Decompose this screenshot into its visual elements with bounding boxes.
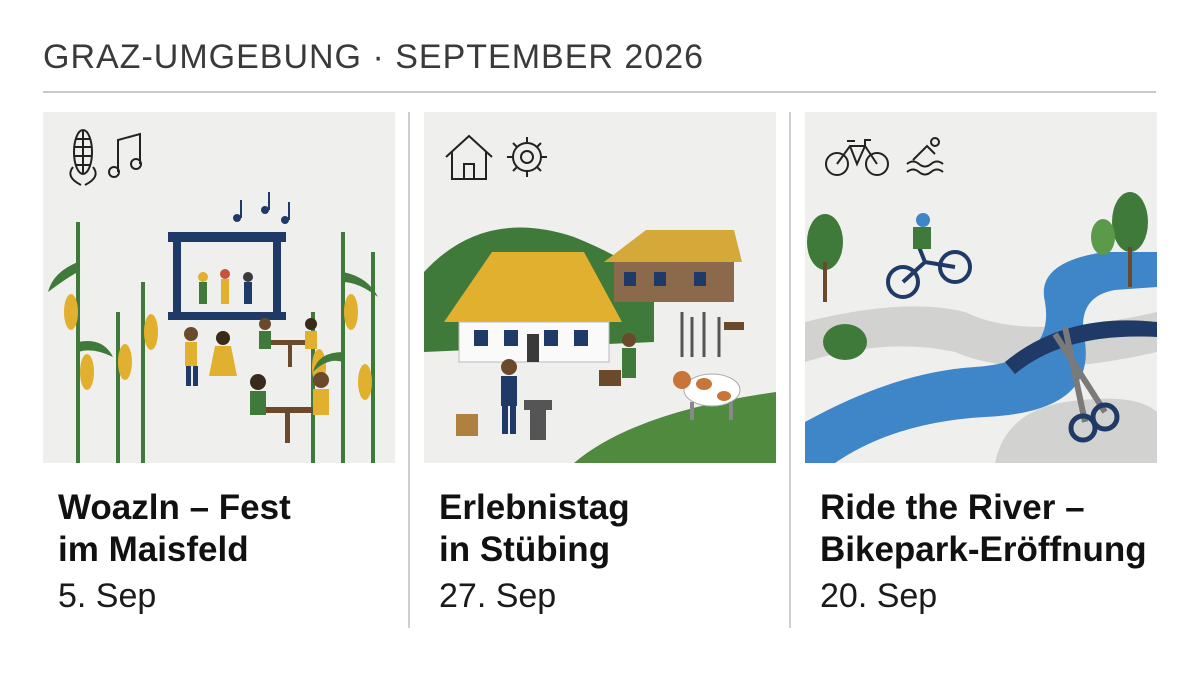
bicycle-icon xyxy=(825,139,889,176)
event-title-line2: Bikepark-Eröffnung xyxy=(820,530,1147,569)
column-divider-1 xyxy=(408,112,410,628)
stage xyxy=(168,232,286,320)
event-title-line1: Erlebnistag xyxy=(439,488,630,527)
meadow xyxy=(574,392,776,463)
event-title-line1: Ride the River – xyxy=(820,488,1085,527)
event-card-ride-the-river[interactable]: Ride the River – Bikepark-Eröffnung 20. … xyxy=(805,112,1157,617)
column-divider-2 xyxy=(789,112,791,628)
event-title: Woazln – Fest im Maisfeld xyxy=(58,487,395,571)
event-illustration-farmhouse xyxy=(424,112,776,463)
event-illustration-bikepark xyxy=(805,112,1157,463)
event-card-woazln[interactable]: Woazln – Fest im Maisfeld 5. Sep xyxy=(43,112,395,617)
farmhouse-back xyxy=(604,230,742,302)
music-notes-decor xyxy=(233,192,290,224)
event-title-line1: Woazln – Fest xyxy=(58,488,291,527)
event-illustration-festival xyxy=(43,112,395,463)
gear-icon xyxy=(507,137,547,177)
dancing-people xyxy=(184,327,237,386)
house-icon xyxy=(445,134,493,180)
event-card-stuebing[interactable]: Erlebnistag in Stübing 27. Sep xyxy=(424,112,776,617)
swimmer-icon xyxy=(906,137,944,176)
event-title: Erlebnistag in Stübing xyxy=(439,487,776,571)
event-date: 27. Sep xyxy=(439,577,557,615)
event-title: Ride the River – Bikepark-Eröffnung xyxy=(820,487,1157,571)
mountain-biker xyxy=(886,213,972,299)
corn-icon xyxy=(69,129,97,186)
event-date: 5. Sep xyxy=(58,577,157,615)
event-title-line2: in Stübing xyxy=(439,530,611,569)
header-divider xyxy=(43,91,1156,93)
music-note-icon xyxy=(108,132,142,178)
beer-tables xyxy=(250,318,329,443)
wooden-bucket xyxy=(456,414,478,436)
page-title: GRAZ-UMGEBUNG · SEPTEMBER 2026 xyxy=(43,38,705,76)
event-date: 20. Sep xyxy=(820,577,938,615)
tools xyxy=(680,312,744,357)
event-title-line2: im Maisfeld xyxy=(58,530,249,569)
